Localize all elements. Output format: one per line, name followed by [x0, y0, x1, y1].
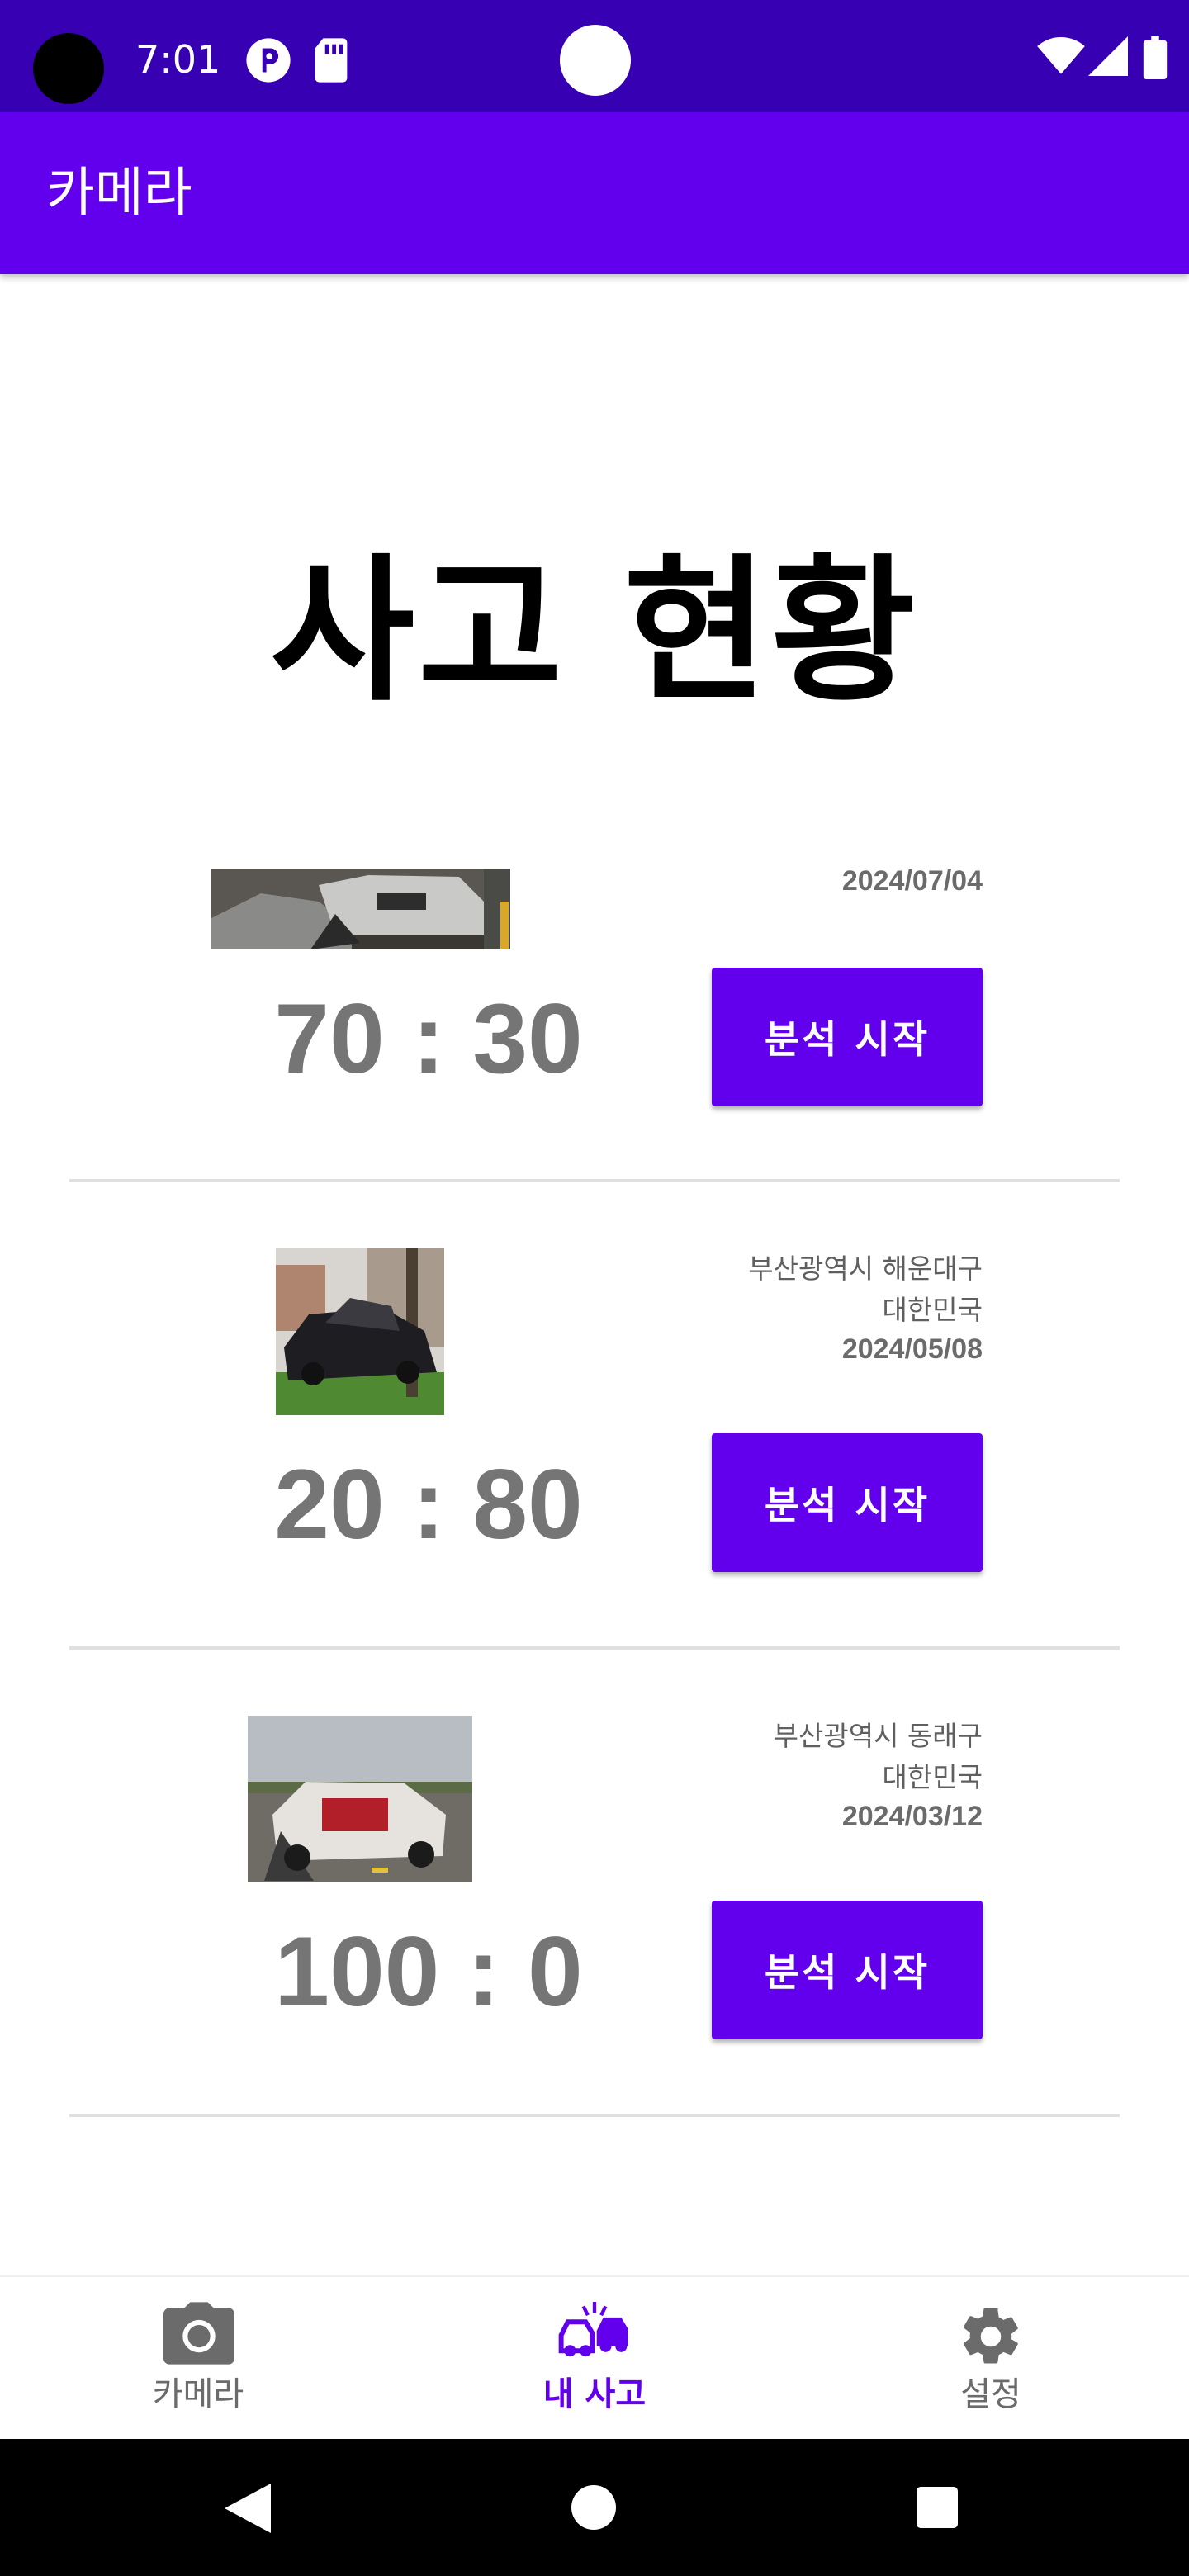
accident-photo[interactable] [211, 869, 510, 949]
fault-ratio: 70 : 30 [274, 983, 583, 1094]
bottom-navigation: 카메라 내 사고 설정 [0, 2275, 1189, 2441]
analyze-button[interactable]: 분석 시작 [712, 968, 983, 1106]
accident-info: 부산광역시 동래구 대한민국 2024/03/12 [774, 1716, 983, 1835]
accident-info: 부산광역시 해운대구 대한민국 2024/05/08 [748, 1248, 983, 1367]
app-bar-title: 카메라 [46, 163, 192, 224]
accident-photo[interactable] [248, 1716, 472, 1882]
accident-country: 대한민국 [882, 1294, 983, 1326]
accident-date: 2024/07/04 [841, 865, 983, 897]
back-icon[interactable] [225, 2484, 271, 2533]
system-navigation-bar [0, 2439, 1189, 2576]
sd-card-icon [315, 38, 348, 83]
status-center-indicator [560, 25, 631, 96]
wifi-icon [1037, 36, 1085, 74]
home-icon[interactable] [571, 2485, 616, 2530]
battery-icon [1143, 36, 1168, 79]
nav-label: 내 사고 [542, 2375, 647, 2413]
analyze-button[interactable]: 분석 시작 [712, 1433, 983, 1572]
recents-icon[interactable] [917, 2487, 958, 2528]
app-bar: 카메라 [0, 112, 1189, 274]
accident-location: 부산광역시 해운대구 [748, 1252, 983, 1285]
fault-ratio: 20 : 80 [274, 1449, 583, 1560]
front-camera-cutout [33, 33, 104, 104]
nav-label: 카메라 [152, 2375, 244, 2413]
accident-card: 20 : 80 부산광역시 해운대구 대한민국 2024/05/08 분석 시작 [69, 1179, 1120, 1650]
status-time: 7:01 [135, 37, 221, 82]
accident-date: 2024/03/12 [841, 1801, 983, 1832]
cellular-signal-icon [1088, 36, 1128, 76]
fault-ratio: 100 : 0 [274, 1916, 583, 2027]
camera-icon [163, 2302, 234, 2365]
accident-card: 100 : 0 부산광역시 동래구 대한민국 2024/03/12 분석 시작 [69, 1646, 1120, 2117]
accident-date: 2024/05/08 [841, 1333, 983, 1365]
page-title: 사고 현황 [270, 540, 919, 722]
status-bar: 7:01 [0, 0, 1189, 112]
nav-item-settings[interactable]: 설정 [793, 2277, 1189, 2441]
nav-item-my-accidents[interactable]: 내 사고 [396, 2277, 793, 2441]
accident-card: 70 : 30 2024/07/04 분석 시작 [69, 712, 1120, 1182]
analyze-button[interactable]: 분석 시작 [712, 1901, 983, 2039]
accident-info: 2024/07/04 [842, 860, 983, 902]
accident-photo[interactable] [276, 1248, 444, 1415]
accident-location: 부산광역시 동래구 [773, 1720, 983, 1752]
notification-app-icon [246, 38, 291, 83]
car-crash-icon [558, 2302, 628, 2357]
nav-label: 설정 [960, 2375, 1021, 2413]
gear-icon [964, 2307, 1018, 2364]
nav-item-camera[interactable]: 카메라 [0, 2277, 396, 2441]
accident-country: 대한민국 [882, 1761, 983, 1793]
